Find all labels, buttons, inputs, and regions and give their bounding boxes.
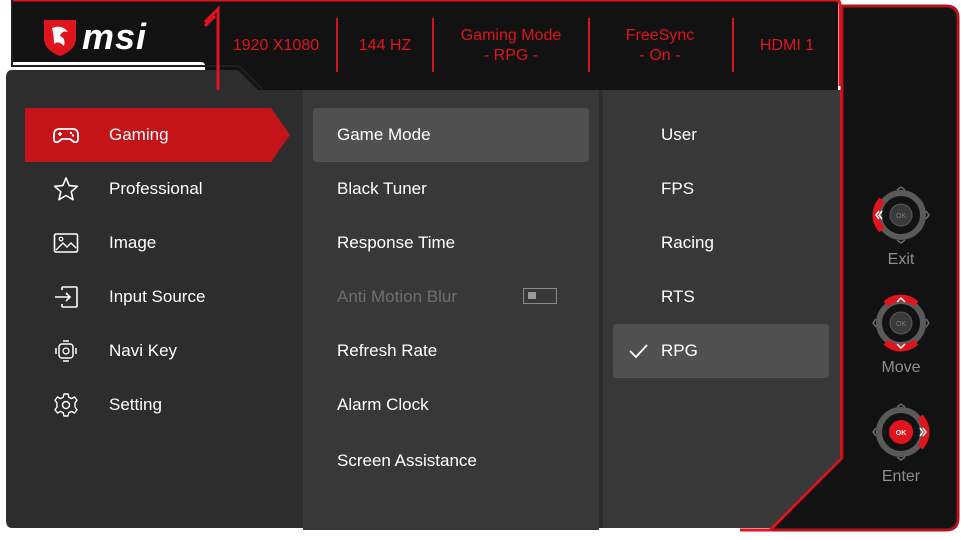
joystick-exit-icon: OK	[872, 186, 930, 244]
input-source-icon	[55, 286, 78, 308]
category-label: Professional	[109, 179, 203, 198]
option-label: Racing	[661, 233, 714, 252]
joystick-enter-icon: OK	[872, 403, 930, 461]
checkmark-icon	[629, 344, 648, 359]
option-label: FPS	[661, 179, 695, 198]
category-professional[interactable]: Professional	[25, 162, 290, 216]
category-label: Setting	[109, 395, 162, 414]
category-setting[interactable]: Setting	[25, 378, 290, 432]
option-rts[interactable]: RTS	[613, 270, 829, 324]
submenu-black-tuner[interactable]: Black Tuner	[313, 162, 589, 216]
header-divider	[588, 18, 590, 72]
resolution-value: 1920 X1080	[232, 37, 320, 54]
input-status: HDMI 1	[736, 14, 838, 78]
submenu-label: Black Tuner	[337, 179, 427, 198]
msi-logo: msi	[40, 16, 170, 58]
category-navi-key[interactable]: Navi Key	[25, 324, 290, 378]
image-icon	[53, 233, 79, 253]
navi-key-icon	[55, 340, 77, 362]
header-divider	[432, 18, 434, 72]
game-mode-title: Gaming Mode	[460, 27, 562, 44]
submenu-refresh-rate[interactable]: Refresh Rate	[313, 324, 589, 378]
freesync-value: - On -	[639, 47, 681, 64]
option-label: RTS	[661, 287, 695, 306]
option-rpg[interactable]: RPG	[613, 324, 829, 378]
resolution-status: 1920 X1080	[222, 14, 330, 78]
move-label: Move	[881, 359, 921, 376]
option-label: User	[661, 125, 697, 144]
category-label: Gaming	[109, 125, 169, 144]
submenu-response-time[interactable]: Response Time	[313, 216, 589, 270]
exit-label: Exit	[887, 251, 915, 268]
ok-label: OK	[896, 430, 907, 437]
submenu-alarm-clock[interactable]: Alarm Clock	[313, 378, 589, 432]
game-mode-status: Gaming Mode - RPG -	[436, 14, 586, 78]
joystick-move-icon: OK	[872, 294, 930, 352]
gear-icon	[54, 393, 78, 417]
category-gaming[interactable]: Gaming	[25, 108, 290, 162]
submenu-label: Refresh Rate	[337, 341, 438, 360]
ok-label: OK	[896, 213, 906, 220]
enter-label: Enter	[881, 468, 921, 485]
brand-text: msi	[82, 16, 148, 57]
category-label: Navi Key	[109, 341, 178, 360]
submenu-label: Screen Assistance	[337, 451, 477, 470]
submenu-game-mode[interactable]: Game Mode	[313, 108, 589, 162]
ok-label: OK	[896, 321, 906, 328]
refresh-value: 144 HZ	[358, 37, 412, 54]
dragon-shield-icon	[44, 20, 76, 56]
option-user[interactable]: User	[613, 108, 829, 162]
gamepad-icon	[53, 128, 79, 144]
option-label: RPG	[661, 341, 698, 360]
refresh-status: 144 HZ	[340, 14, 430, 78]
star-icon	[53, 177, 79, 201]
submenu-label: Anti Motion Blur	[337, 287, 457, 306]
submenu-label: Response Time	[337, 233, 456, 252]
input-value: HDMI 1	[759, 37, 815, 54]
header-divider	[732, 18, 734, 72]
option-fps[interactable]: FPS	[613, 162, 829, 216]
submenu-screen-assistance[interactable]: Screen Assistance	[313, 434, 589, 488]
anti-motion-blur-toggle	[523, 288, 557, 304]
submenu-label: Alarm Clock	[337, 395, 429, 414]
category-label: Input Source	[109, 287, 206, 306]
header-divider	[336, 18, 338, 72]
game-mode-value: - RPG -	[483, 47, 539, 64]
category-input-source[interactable]: Input Source	[25, 270, 290, 324]
category-label: Image	[109, 233, 157, 252]
freesync-title: FreeSync	[625, 27, 695, 44]
submenu-label: Game Mode	[337, 125, 431, 144]
toggle-knob	[528, 292, 536, 299]
option-racing[interactable]: Racing	[613, 216, 829, 270]
category-image[interactable]: Image	[25, 216, 290, 270]
submenu-anti-motion-blur: Anti Motion Blur	[313, 270, 589, 324]
freesync-status: FreeSync - On -	[592, 14, 728, 78]
